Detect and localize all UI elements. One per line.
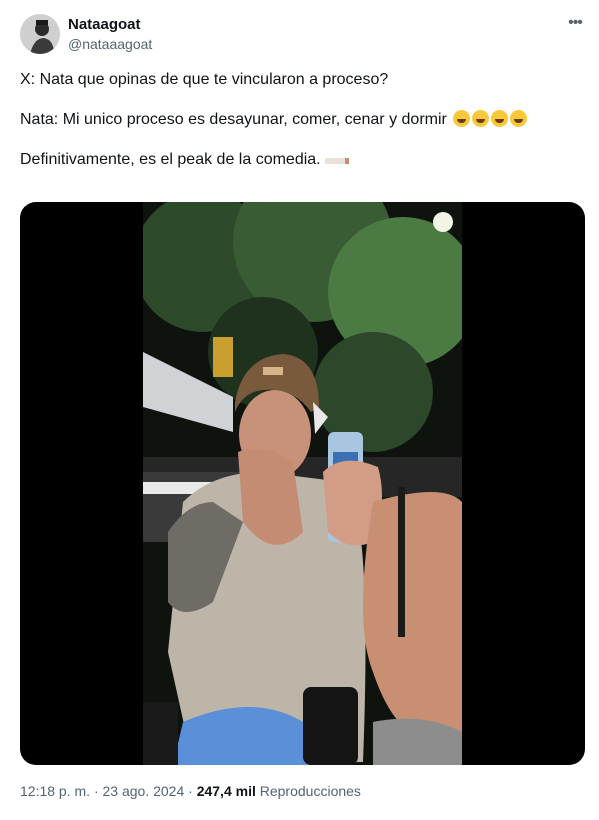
tweet-meta: 12:18 p. m. · 23 ago. 2024 · 247,4 mil R… [20, 783, 361, 799]
video-frame[interactable] [143, 202, 462, 765]
views-label: Reproducciones [259, 783, 361, 799]
joy-emoji [510, 110, 528, 127]
author-name[interactable]: Nataagoat [68, 16, 141, 33]
tweet-line-text: Definitivamente, es el peak de la comedi… [20, 151, 321, 168]
views-count: 247,4 mil [196, 783, 256, 799]
meta-separator: · [93, 783, 99, 799]
tweet-date[interactable]: 23 ago. 2024 [103, 783, 185, 799]
video-thumbnail [143, 202, 462, 765]
meta-separator: · [188, 783, 193, 799]
video-player[interactable] [20, 202, 585, 765]
tweet-line: X: Nata que opinas de que te vincularon … [20, 70, 585, 90]
tweet-line: Nata: Mi unico proceso es desayunar, com… [20, 110, 585, 130]
tweet-text: X: Nata que opinas de que te vincularon … [20, 70, 585, 190]
author-handle[interactable]: @nataaagoat [68, 36, 152, 52]
tweet-line: Definitivamente, es el peak de la comedi… [20, 150, 585, 170]
avatar[interactable] [20, 14, 60, 54]
rolling-on-floor-laughing-emoji [453, 110, 471, 127]
tweet-line-text: Nata: Mi unico proceso es desayunar, com… [20, 111, 447, 128]
rolling-on-floor-laughing-emoji [491, 110, 509, 127]
tweet-line-text: X: Nata que opinas de que te vincularon … [20, 71, 389, 88]
joy-emoji [472, 110, 490, 127]
tweet-time[interactable]: 12:18 p. m. [20, 783, 90, 799]
tweet-header: Nataagoat @nataaagoat ••• [20, 14, 585, 58]
cigarette-emoji [324, 158, 349, 164]
more-options-icon[interactable]: ••• [565, 15, 585, 34]
